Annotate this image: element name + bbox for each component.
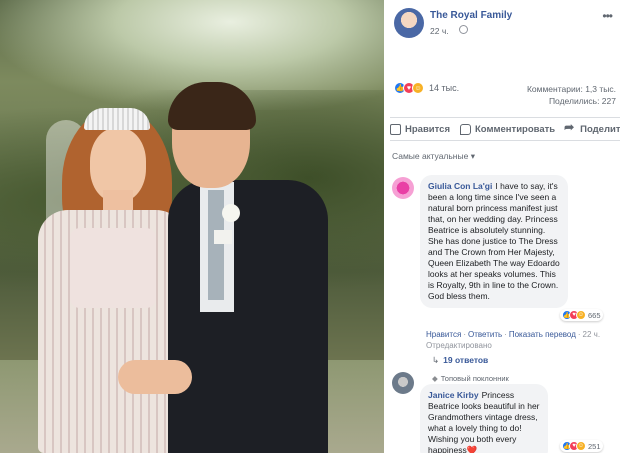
comment-button[interactable]: Комментировать [459, 123, 556, 135]
photo-dress-bodice [70, 228, 156, 308]
comment-reactions-count: 251 [588, 441, 601, 451]
post-panel: The Royal Family 22 ч. ••• 👍 ♥ ☺ 14 тыс.… [384, 0, 620, 453]
comment-reactions-count: 665 [588, 310, 601, 320]
reactions-summary[interactable]: 👍 ♥ ☺ 14 тыс. [394, 82, 459, 94]
photo-buttonhole-flower [222, 204, 240, 222]
care-reaction-icon: ☺ [412, 82, 424, 94]
photo-tiara [84, 108, 150, 130]
comments-count-link[interactable]: Комментарии: 1,3 тыс. [527, 84, 616, 94]
comment-translate-link[interactable]: Показать перевод [509, 330, 576, 339]
post-photo[interactable] [0, 0, 384, 453]
photo-groom-suit [168, 180, 328, 453]
care-reaction-icon: ☺ [576, 441, 586, 451]
post-actions-bar: Нравится Комментировать Поделиться [390, 117, 620, 141]
comment-author-link[interactable]: Janice Kirby [428, 390, 479, 400]
reactions-count: 14 тыс. [429, 83, 460, 93]
comment-timestamp[interactable]: 22 ч. [583, 330, 601, 339]
care-reaction-icon: ☺ [576, 310, 586, 320]
comment-like-link[interactable]: Нравится [426, 330, 461, 339]
thumbs-up-icon [390, 123, 401, 135]
photo-pocket-square [214, 230, 232, 244]
view-replies-label: 19 ответов [443, 355, 489, 365]
top-fan-badge: ◆ Топовый поклонник [432, 374, 509, 383]
comment-reactions[interactable]: 👍 ♥ ☺ 251 [560, 440, 603, 452]
like-button-label: Нравится [405, 123, 450, 135]
page-avatar[interactable] [394, 8, 424, 38]
comment-bubble: Janice Kirby Princess Beatrice looks beau… [420, 384, 548, 453]
comment-reply-link[interactable]: Ответить [468, 330, 502, 339]
post-timestamp[interactable]: 22 ч. [430, 26, 449, 36]
diamond-icon: ◆ [432, 374, 438, 383]
comment-sort-dropdown[interactable]: Самые актуальные ▾ [392, 151, 475, 162]
photo-joined-hands [118, 360, 192, 394]
share-button[interactable]: Поделиться [564, 120, 620, 135]
view-replies-link[interactable]: ↳ 19 ответов [432, 355, 488, 366]
like-button[interactable]: Нравится [390, 123, 450, 135]
globe-icon [459, 25, 468, 34]
shares-count-link[interactable]: Поделились: 227 [549, 96, 616, 106]
comment-text: I have to say, it's been a long time sin… [428, 181, 560, 301]
comment-actions: Нравится · Ответить · Показать перевод · 22 ч. [426, 330, 601, 339]
top-fan-label: Топовый поклонник [440, 374, 509, 383]
comment-reactions[interactable]: 👍 ♥ ☺ 665 [560, 309, 603, 321]
share-button-label: Поделиться [580, 123, 620, 135]
commenter-avatar[interactable] [392, 372, 414, 394]
comment-item: ◆ Топовый поклонник Janice Kirby Princess … [392, 372, 618, 453]
post-header: The Royal Family 22 ч. ••• [384, 0, 620, 46]
reply-arrow-icon: ↳ [432, 355, 440, 365]
comment-icon [459, 123, 471, 135]
page-name-link[interactable]: The Royal Family [430, 10, 512, 21]
comment-bubble: Giulia Con La'gi I have to say, it's been… [420, 175, 568, 308]
post-stats: 👍 ♥ ☺ 14 тыс. Комментарии: 1,3 тыс. Поде… [384, 78, 620, 112]
commenter-avatar[interactable] [392, 177, 414, 199]
comment-author-link[interactable]: Giulia Con La'gi [428, 181, 492, 191]
comment-item: Giulia Con La'gi I have to say, it's been… [392, 175, 618, 375]
share-icon [564, 120, 576, 135]
comment-edited-label[interactable]: Отредактировано [426, 341, 492, 350]
comment-button-label: Комментировать [474, 123, 556, 135]
photo-groom-tie [208, 190, 224, 300]
more-dots-icon[interactable]: ••• [602, 9, 613, 23]
